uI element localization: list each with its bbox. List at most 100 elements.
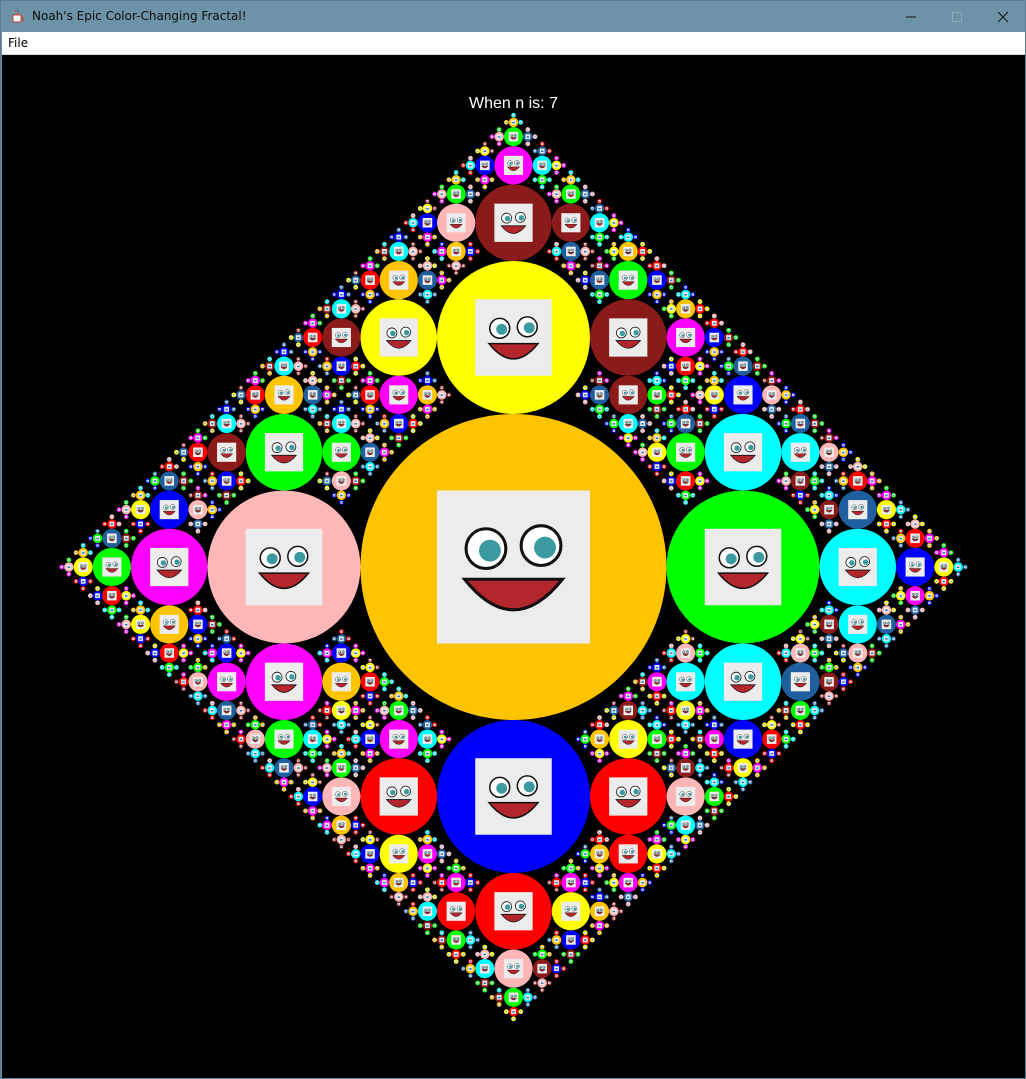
cartoon-smiley-face-icon xyxy=(763,723,766,726)
cartoon-smiley-face-icon xyxy=(734,795,738,798)
cartoon-smiley-face-icon xyxy=(125,529,128,533)
cartoon-smiley-face-icon xyxy=(175,465,178,468)
cartoon-smiley-face-icon xyxy=(677,737,680,741)
cartoon-smiley-face-icon xyxy=(605,379,608,382)
cartoon-smiley-face-icon xyxy=(812,478,818,484)
cartoon-smiley-face-icon xyxy=(720,379,723,382)
cartoon-smiley-face-icon xyxy=(453,263,459,269)
cartoon-smiley-face-icon xyxy=(827,472,831,475)
cartoon-smiley-face-icon xyxy=(827,644,831,648)
cartoon-smiley-face-icon xyxy=(160,465,164,468)
cartoon-smiley-face-icon xyxy=(125,616,128,619)
cartoon-smiley-face-icon xyxy=(203,651,207,655)
cartoon-smiley-face-icon xyxy=(612,716,616,719)
cartoon-smiley-face-icon xyxy=(354,300,357,303)
cartoon-smiley-face-icon xyxy=(252,378,258,383)
cartoon-smiley-face-icon xyxy=(605,723,608,726)
cartoon-smiley-face-icon xyxy=(683,406,689,412)
cartoon-smiley-face-icon xyxy=(462,178,465,181)
cartoon-smiley-face-icon xyxy=(333,723,336,726)
cartoon-smiley-face-icon xyxy=(482,980,488,986)
cartoon-smiley-face-icon xyxy=(440,400,443,404)
cartoon-smiley-face-icon xyxy=(537,160,547,171)
cartoon-smiley-face-icon xyxy=(885,644,888,648)
cartoon-smiley-face-icon xyxy=(209,621,215,627)
cartoon-smiley-face-icon xyxy=(153,472,157,475)
cartoon-smiley-face-icon xyxy=(899,515,902,518)
cartoon-smiley-face-icon xyxy=(376,709,379,712)
cartoon-smiley-face-icon xyxy=(325,644,329,648)
cartoon-smiley-face-icon xyxy=(591,881,594,884)
cartoon-smiley-face-icon xyxy=(813,515,816,518)
cartoon-smiley-face-icon xyxy=(591,867,594,870)
cartoon-smiley-face-icon xyxy=(594,217,605,228)
cartoon-smiley-face-icon xyxy=(591,895,594,899)
cartoon-smiley-face-icon xyxy=(336,476,347,486)
cartoon-smiley-face-icon xyxy=(691,737,694,741)
cartoon-smiley-face-icon xyxy=(182,687,185,691)
cartoon-smiley-face-icon xyxy=(697,306,703,312)
cartoon-smiley-face-icon xyxy=(390,694,393,698)
cartoon-smiley-face-icon xyxy=(189,651,192,655)
minimize-button[interactable] xyxy=(888,1,934,32)
cartoon-smiley-face-icon xyxy=(333,379,336,382)
cartoon-smiley-face-icon xyxy=(795,648,806,658)
cartoon-smiley-face-icon xyxy=(411,888,415,891)
cartoon-smiley-face-icon xyxy=(232,723,235,726)
cartoon-smiley-face-icon xyxy=(813,472,816,475)
cartoon-smiley-face-icon xyxy=(562,967,565,970)
cartoon-smiley-face-icon xyxy=(238,736,244,742)
cartoon-smiley-face-icon xyxy=(152,650,158,656)
menu-bar: File xyxy=(2,32,1025,55)
cartoon-smiley-face-icon xyxy=(261,364,264,368)
cartoon-smiley-face-icon xyxy=(336,361,347,371)
cartoon-smiley-face-icon xyxy=(756,372,759,375)
cartoon-smiley-face-icon xyxy=(324,736,330,742)
cartoon-smiley-face-icon xyxy=(591,379,594,382)
title-bar[interactable]: Noah's Epic Color-Changing Fractal! xyxy=(1,1,1025,32)
cartoon-smiley-face-icon xyxy=(705,766,709,770)
cartoon-smiley-face-icon xyxy=(123,535,129,541)
cartoon-smiley-face-icon xyxy=(411,243,415,246)
cartoon-smiley-face-icon xyxy=(525,994,531,1000)
cartoon-smiley-face-icon xyxy=(333,737,336,741)
close-button[interactable] xyxy=(980,1,1026,32)
cartoon-smiley-face-icon xyxy=(777,651,781,655)
cartoon-smiley-face-icon xyxy=(376,694,379,698)
cartoon-smiley-face-icon xyxy=(670,702,673,705)
cartoon-smiley-face-icon xyxy=(146,637,149,640)
cartoon-smiley-face-icon xyxy=(211,415,214,418)
cartoon-smiley-face-icon xyxy=(611,708,617,713)
cartoon-smiley-face-icon xyxy=(784,659,788,662)
cartoon-smiley-face-icon xyxy=(310,808,316,814)
cartoon-smiley-face-icon xyxy=(238,708,244,713)
cartoon-smiley-face-icon xyxy=(668,708,674,713)
cartoon-smiley-face-icon xyxy=(869,478,875,484)
menu-file[interactable]: File xyxy=(8,36,28,50)
maximize-button[interactable] xyxy=(934,1,980,32)
cartoon-smiley-face-icon xyxy=(125,501,128,504)
cartoon-smiley-face-icon xyxy=(795,476,806,486)
cartoon-smiley-face-icon xyxy=(297,759,300,762)
cartoon-smiley-face-icon xyxy=(425,923,430,928)
cartoon-smiley-face-icon xyxy=(376,264,379,267)
cartoon-smiley-face-icon xyxy=(125,630,128,633)
cartoon-smiley-face-icon xyxy=(605,838,608,841)
cartoon-smiley-face-icon xyxy=(182,673,185,676)
cartoon-smiley-face-icon xyxy=(454,271,458,275)
cartoon-smiley-face-icon xyxy=(125,587,128,590)
cartoon-smiley-face-icon xyxy=(347,723,350,726)
cartoon-smiley-face-icon xyxy=(827,529,831,533)
cartoon-smiley-face-icon xyxy=(899,616,902,619)
cartoon-smiley-face-icon xyxy=(892,537,895,540)
cartoon-smiley-face-icon xyxy=(336,418,347,429)
cartoon-smiley-face-icon xyxy=(709,332,720,343)
cartoon-smiley-face-icon xyxy=(193,619,203,630)
cartoon-smiley-face-icon xyxy=(132,522,135,526)
cartoon-smiley-face-icon xyxy=(203,479,207,483)
cartoon-smiley-face-icon xyxy=(662,838,666,841)
cartoon-smiley-face-icon xyxy=(835,522,838,526)
cartoon-smiley-face-icon xyxy=(676,786,696,807)
cartoon-smiley-face-icon xyxy=(670,271,673,275)
cartoon-smiley-face-icon xyxy=(469,185,472,189)
